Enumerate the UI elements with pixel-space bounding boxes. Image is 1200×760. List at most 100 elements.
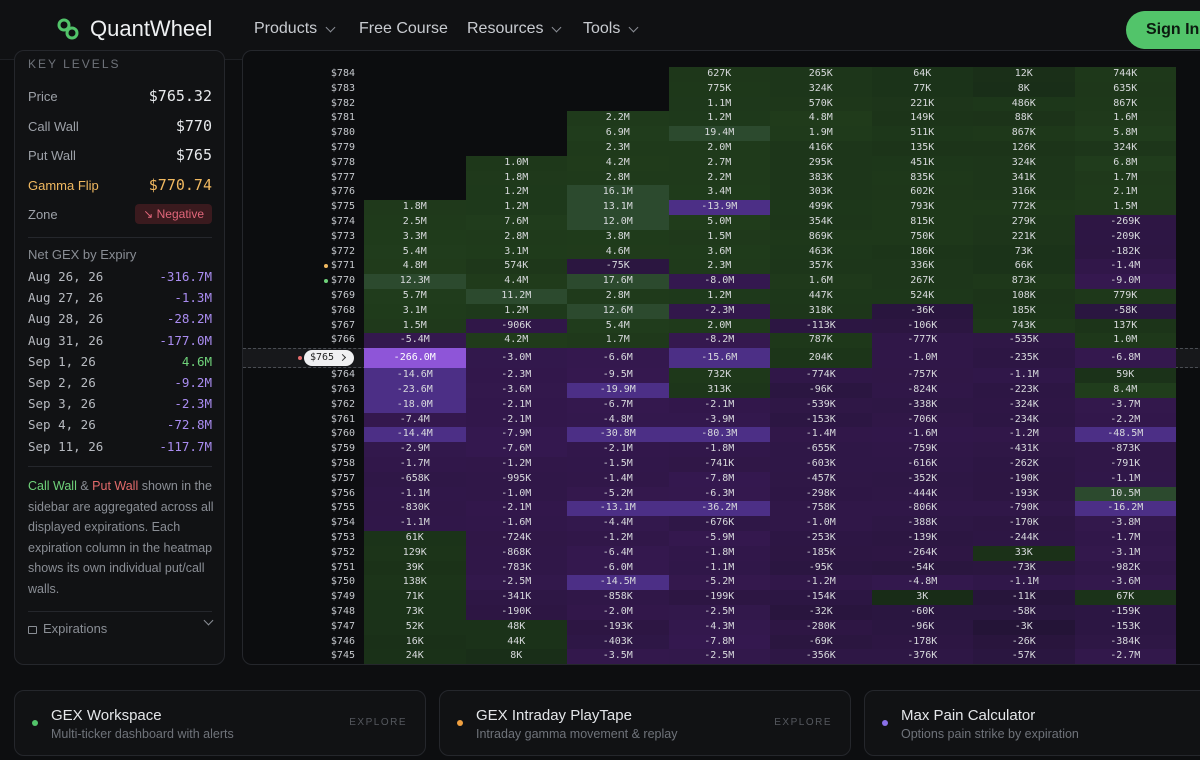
gex-cell[interactable]: -5.2M	[567, 486, 669, 502]
gex-cell[interactable]: -2.5M	[668, 605, 770, 620]
gex-cell[interactable]: -16.2M	[1074, 501, 1176, 517]
gex-cell[interactable]: -58K	[973, 605, 1075, 620]
gex-cell[interactable]: 279K	[973, 215, 1075, 230]
gex-cell[interactable]: -3.9M	[668, 412, 770, 428]
gex-cell[interactable]: 416K	[770, 141, 872, 156]
strike-row[interactable]: $773 3.3M 2.8M 3.8M 1.5M 869K 750K 221K -209K	[243, 229, 1200, 245]
gex-cell[interactable]: -3K	[973, 619, 1075, 635]
gex-cell[interactable]: -1.4M	[770, 427, 872, 443]
strike-row[interactable]: $757 -658K -995K -1.4M -7.8M -457K -352K -190K -…	[243, 471, 1200, 487]
current-price-tag[interactable]: $765	[304, 350, 354, 367]
gex-cell[interactable]: 779K	[1074, 289, 1176, 304]
gex-cell[interactable]: 775K	[668, 81, 770, 97]
gex-cell[interactable]: 16K	[364, 634, 466, 650]
gex-cell[interactable]: 869K	[770, 229, 872, 245]
gex-cell[interactable]: -7.6M	[465, 442, 567, 457]
gex-cell[interactable]: -982K	[1074, 560, 1176, 576]
gex-cell[interactable]: 295K	[770, 155, 872, 171]
gex-cell[interactable]: 8.4M	[1074, 383, 1176, 398]
gex-cell[interactable]: -4.8M	[567, 412, 669, 428]
gex-cell[interactable]: 4.8M	[364, 259, 466, 275]
gex-cell[interactable]: -209K	[1074, 229, 1176, 245]
gex-cell[interactable]: -806K	[871, 501, 973, 517]
gex-cell[interactable]: 19.4M	[668, 126, 770, 141]
gex-cell[interactable]: 1.2M	[465, 303, 567, 319]
gex-cell[interactable]: -26K	[973, 634, 1075, 650]
gex-cell[interactable]: 1.0M	[1074, 333, 1176, 349]
gex-cell[interactable]: -4.4M	[567, 516, 669, 531]
gex-cell[interactable]	[465, 96, 567, 112]
gex-cell[interactable]: -5.2M	[668, 575, 770, 591]
gex-cell[interactable]: -2.1M	[465, 412, 567, 428]
gex-cell[interactable]: 8K	[465, 649, 567, 664]
strike-row[interactable]: $782 1.1M 570K 221K 486K 867K	[243, 96, 1200, 112]
gex-cell[interactable]: 33K	[973, 545, 1075, 561]
gex-cell[interactable]: -1.7M	[1074, 531, 1176, 546]
gex-cell[interactable]: 12.0M	[567, 215, 669, 230]
gex-cell[interactable]: 511K	[871, 126, 973, 141]
strike-row[interactable]: $764 -14.6M -2.3M -9.5M 732K -774K -757K -1.1M 5…	[243, 368, 1200, 383]
strike-row[interactable]: $784 627K 265K 64K 12K 744K	[243, 67, 1200, 82]
gex-cell[interactable]: -15.6M	[668, 348, 770, 369]
gex-cell[interactable]: 2.2M	[668, 170, 770, 186]
card-max-pain-calculator[interactable]: Max Pain Calculator Options pain strike …	[864, 690, 1200, 756]
gex-cell[interactable]	[364, 111, 466, 127]
gex-cell[interactable]: -658K	[364, 471, 466, 487]
gex-cell[interactable]: -73K	[973, 560, 1075, 576]
gex-cell[interactable]: -3.6M	[465, 383, 567, 398]
gex-cell[interactable]: 2.8M	[567, 170, 669, 186]
gex-cell[interactable]: 524K	[871, 289, 973, 304]
explore-link[interactable]: EXPLORE	[349, 717, 407, 728]
gex-cell[interactable]: 867K	[1074, 96, 1176, 112]
expirations-toggle[interactable]: Expirations	[28, 615, 214, 636]
gex-cell[interactable]: 2.3M	[668, 259, 770, 275]
gex-cell[interactable]: -36K	[871, 303, 973, 319]
gex-cell[interactable]: -2.1M	[668, 397, 770, 413]
gex-cell[interactable]: -676K	[668, 516, 770, 531]
gex-cell[interactable]: 835K	[871, 170, 973, 186]
gex-cell[interactable]: 1.2M	[668, 111, 770, 127]
gex-cell[interactable]: 59K	[1074, 368, 1176, 383]
quantwheel-logo-icon[interactable]	[56, 17, 80, 41]
gex-cell[interactable]: -384K	[1074, 634, 1176, 650]
gex-cell[interactable]: 2.7M	[668, 155, 770, 171]
gex-cell[interactable]: -170K	[973, 516, 1075, 531]
gex-cell[interactable]: -5.9M	[668, 531, 770, 546]
gex-cell[interactable]: 2.3M	[567, 141, 669, 156]
gex-cell[interactable]: -759K	[871, 442, 973, 457]
gex-cell[interactable]: -830K	[364, 501, 466, 517]
strike-row[interactable]: $761 -7.4M -2.1M -4.8M -3.9M -153K -706K -234K -…	[243, 412, 1200, 428]
strike-row[interactable]: $771 4.8M 574K -75K 2.3M 357K 336K 66K -1.4M	[243, 259, 1200, 275]
gex-cell[interactable]: 5.4M	[567, 318, 669, 334]
gex-cell[interactable]: -234K	[973, 412, 1075, 428]
gex-cell[interactable]: -6.3M	[668, 486, 770, 502]
nav-tools[interactable]: Tools	[583, 20, 639, 38]
gex-cell[interactable]: -106K	[871, 318, 973, 334]
gex-cell[interactable]: 451K	[871, 155, 973, 171]
strike-row[interactable]: $783 775K 324K 77K 8K 635K	[243, 81, 1200, 97]
gex-cell[interactable]: -858K	[567, 590, 669, 605]
strike-row[interactable]: $748 73K -190K -2.0M -2.5M -32K -60K -58K -159K	[243, 605, 1200, 620]
gex-cell[interactable]: -7.4M	[364, 412, 466, 428]
gex-cell[interactable]: -8.0M	[668, 274, 770, 289]
gex-cell[interactable]: -1.2M	[770, 575, 872, 591]
gex-cell[interactable]: 486K	[973, 96, 1075, 112]
gex-cell[interactable]: -1.2M	[973, 427, 1075, 443]
strike-row[interactable]: $774 2.5M 7.6M 12.0M 5.0M 354K 815K 279K -269K	[243, 215, 1200, 230]
gex-cell[interactable]: -60K	[871, 605, 973, 620]
gex-cell[interactable]: 186K	[871, 244, 973, 260]
gex-cell[interactable]: -7.9M	[465, 427, 567, 443]
gex-cell[interactable]: -6.8M	[1074, 348, 1176, 369]
gex-cell[interactable]: -3.8M	[1074, 516, 1176, 531]
gex-cell[interactable]: -58K	[1074, 303, 1176, 319]
gex-cell[interactable]: 744K	[1074, 67, 1176, 82]
gex-cell[interactable]: 108K	[973, 289, 1075, 304]
gex-cell[interactable]	[364, 96, 466, 112]
strike-row[interactable]: $777 1.8M 2.8M 2.2M 383K 835K 341K 1.7M	[243, 170, 1200, 186]
gex-cell[interactable]: -57K	[973, 649, 1075, 664]
gex-cell[interactable]: -264K	[871, 545, 973, 561]
gex-cell[interactable]: -2.7M	[1074, 649, 1176, 664]
gex-cell[interactable]: 3.6M	[668, 244, 770, 260]
gex-cell[interactable]: 17.6M	[567, 274, 669, 289]
gex-cell[interactable]: 1.2M	[668, 289, 770, 304]
